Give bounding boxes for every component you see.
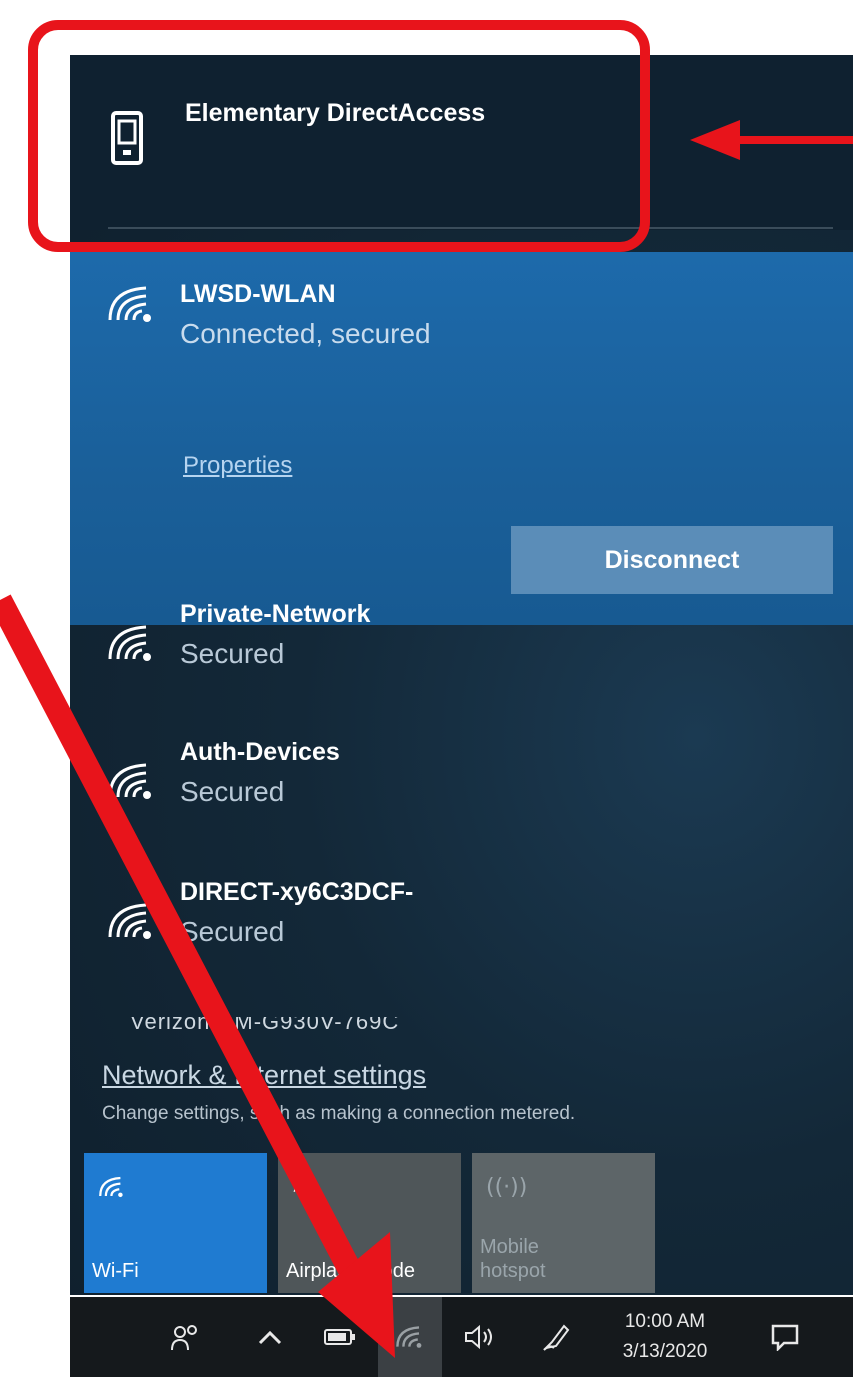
volume-icon[interactable] xyxy=(455,1297,505,1377)
wifi-signal-icon xyxy=(108,763,151,799)
hotspot-icon: ((·)) xyxy=(486,1175,528,1200)
wifi-tile-label: Wi-Fi xyxy=(92,1260,139,1282)
network-name: LWSD-WLAN xyxy=(180,280,336,308)
airplane-mode-tile[interactable]: ✈ Airplane mode xyxy=(278,1153,461,1293)
airplane-icon: ✈ xyxy=(292,1175,314,1205)
network-item-auth-devices[interactable]: Auth-Devices Secured xyxy=(70,733,853,853)
clock-time: 10:00 AM xyxy=(624,1311,706,1332)
network-name: Auth-Devices xyxy=(180,738,340,766)
wifi-signal-icon xyxy=(108,286,151,322)
battery-icon[interactable] xyxy=(315,1297,365,1377)
clock-date: 3/13/2020 xyxy=(622,1341,708,1362)
people-icon[interactable] xyxy=(160,1297,210,1377)
wifi-signal-icon xyxy=(108,903,151,939)
wifi-toggle-tile[interactable]: Wi-Fi xyxy=(84,1153,267,1293)
network-settings-description: Change settings, such as making a connec… xyxy=(102,1103,576,1124)
mobile-hotspot-tile[interactable]: ((·)) Mobile hotspot xyxy=(472,1153,655,1293)
disconnect-button[interactable]: Disconnect xyxy=(511,526,833,594)
pen-icon[interactable] xyxy=(532,1297,582,1377)
hotspot-tile-label: Mobile hotspot xyxy=(480,1235,546,1283)
network-status: Secured xyxy=(180,638,285,669)
wifi-signal-icon xyxy=(108,625,151,661)
network-status: Connected, secured xyxy=(180,318,431,349)
network-settings-link[interactable]: Network & Internet settings xyxy=(102,1060,426,1091)
connected-network-item[interactable]: LWSD-WLAN Connected, secured Properties … xyxy=(70,252,853,625)
network-name: Verizon-SM-G930V-769C xyxy=(130,1017,570,1029)
network-item-direct[interactable]: DIRECT-xy6C3DCF- Secured xyxy=(70,873,853,993)
chevron-up-icon[interactable] xyxy=(250,1297,290,1377)
network-name: Private-Network xyxy=(180,600,371,628)
hotspot-label-line2: hotspot xyxy=(480,1260,546,1282)
action-center-icon[interactable] xyxy=(760,1297,810,1377)
network-status: Secured xyxy=(180,916,285,947)
network-item-private-network[interactable]: Private-Network Secured xyxy=(70,595,853,715)
properties-link[interactable]: Properties xyxy=(183,452,292,480)
network-tray-button[interactable] xyxy=(378,1297,442,1377)
network-item-partial[interactable]: Verizon-SM-G930V-769C xyxy=(130,1017,570,1029)
hotspot-label-line1: Mobile xyxy=(480,1236,539,1258)
wifi-signal-icon xyxy=(99,1176,123,1198)
annotation-highlight-box xyxy=(28,20,650,252)
wifi-signal-icon xyxy=(396,1326,422,1348)
airplane-tile-label: Airplane mode xyxy=(286,1260,415,1282)
network-name: DIRECT-xy6C3DCF- xyxy=(180,878,414,906)
clock[interactable]: 10:00 AM 3/13/2020 xyxy=(610,1307,720,1367)
taskbar: 10:00 AM 3/13/2020 xyxy=(70,1297,853,1377)
network-status: Secured xyxy=(180,776,285,807)
